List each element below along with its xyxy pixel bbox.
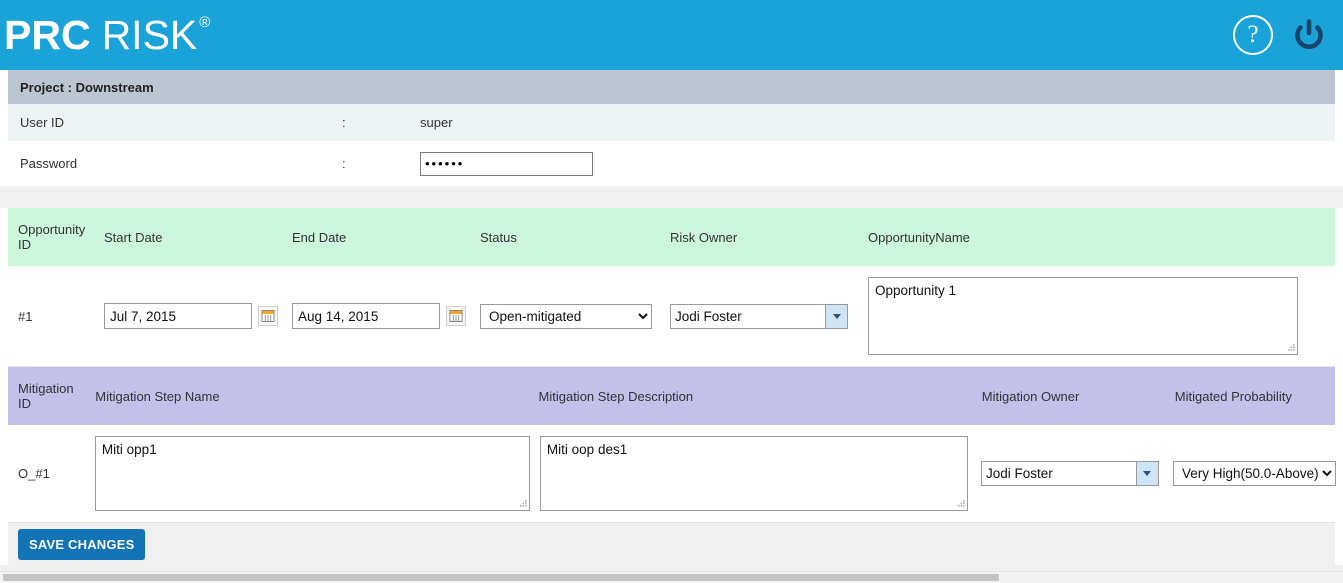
logo-primary-text: PRC — [4, 11, 91, 58]
column-header-mitigation-step-description: Mitigation Step Description — [538, 388, 694, 404]
mitigation-owner-cell: Jodi Foster — [971, 461, 1163, 486]
column-header-opportunity-id: Opportunity ID — [18, 222, 86, 252]
password-row: Password : — [8, 141, 1335, 186]
risk-owner-value: Jodi Foster — [675, 308, 742, 324]
status-select[interactable]: Open-mitigated — [480, 303, 652, 329]
app-logo: PRC RISK ® — [0, 11, 211, 58]
table-row: #1 Jul 7, 2015 Aug 14, 2015 Open-mitigat… — [8, 266, 1335, 367]
mitigation-step-description-textarea[interactable]: Miti oop des1 — [539, 436, 968, 511]
footer-actions: SAVE CHANGES — [8, 523, 1335, 565]
end-date-input[interactable] — [292, 303, 440, 329]
mitigation-step-name-cell: Miti opp1 — [85, 436, 530, 511]
logo-secondary-text: RISK — [101, 11, 198, 58]
column-header-mitigation-step-name: Mitigation Step Name — [95, 388, 220, 404]
mitigated-probability-cell: Very High(50.0-Above) — [1163, 461, 1337, 486]
mitigated-probability-select[interactable]: Very High(50.0-Above) — [1173, 461, 1337, 486]
user-id-colon: : — [342, 115, 346, 130]
mitigation-id-value: O_#1 — [18, 466, 50, 481]
save-changes-button[interactable]: SAVE CHANGES — [18, 528, 146, 560]
mitigation-grid: Mitigation ID Mitigation Step Name Mitig… — [8, 367, 1337, 523]
column-header-mitigated-probability: Mitigated Probability — [1174, 388, 1292, 404]
mitigation-owner-value: Jodi Foster — [985, 466, 1053, 481]
opportunity-name-wrapper: Opportunity 1 — [868, 277, 1298, 355]
app-header: PRC RISK ® ? — [0, 0, 1343, 70]
password-colon: : — [342, 156, 346, 171]
column-header-end-date: End Date — [292, 229, 347, 245]
horizontal-scrollbar-thumb[interactable] — [3, 574, 999, 581]
calendar-icon[interactable] — [258, 306, 278, 326]
status-cell: Open-mitigated — [470, 303, 660, 329]
start-date-cell — [94, 303, 282, 329]
chevron-down-icon[interactable] — [825, 304, 847, 328]
mitigation-owner-combobox[interactable]: Jodi Foster — [980, 461, 1159, 486]
opportunity-grid: Opportunity ID Start Date End Date Statu… — [8, 208, 1335, 367]
mitigation-grid-header: Mitigation ID Mitigation Step Name Mitig… — [8, 367, 1335, 425]
mitigation-step-name-wrapper: Miti opp1 — [94, 436, 530, 511]
mitigation-step-description-wrapper: Miti oop des1 — [539, 436, 968, 511]
opportunity-id-value: #1 — [18, 308, 33, 324]
chevron-down-icon[interactable] — [1135, 462, 1158, 485]
user-id-row: User ID : super — [8, 104, 1335, 141]
password-label: Password — [20, 156, 78, 171]
column-header-risk-owner: Risk Owner — [670, 229, 738, 245]
risk-owner-cell: Jodi Foster — [660, 303, 858, 329]
mitigation-step-name-textarea[interactable]: Miti opp1 — [94, 436, 530, 511]
mitigation-step-description-cell: Miti oop des1 — [530, 436, 971, 511]
question-circle-icon[interactable]: ? — [1233, 15, 1273, 55]
opportunity-name-cell: Opportunity 1 — [858, 277, 1328, 355]
section-spacer — [0, 186, 1343, 208]
logo-registered-mark: ® — [199, 13, 211, 31]
column-header-mitigation-id: Mitigation ID — [18, 381, 74, 411]
end-date-cell — [282, 303, 470, 329]
power-icon[interactable] — [1289, 15, 1329, 55]
horizontal-scrollbar[interactable] — [0, 571, 1343, 583]
project-title-bar: Project : Downstream — [8, 70, 1335, 104]
user-id-value: super — [420, 115, 453, 130]
column-header-opportunity-name: OpportunityName — [868, 229, 970, 245]
project-title: Project : Downstream — [20, 79, 154, 95]
user-id-label: User ID — [20, 115, 65, 130]
column-header-start-date: Start Date — [104, 229, 163, 245]
opportunity-name-textarea[interactable]: Opportunity 1 — [868, 277, 1298, 355]
calendar-icon[interactable] — [446, 306, 466, 326]
column-header-mitigation-owner: Mitigation Owner — [981, 388, 1080, 404]
password-input[interactable] — [420, 151, 593, 176]
header-actions: ? — [1233, 0, 1329, 70]
column-header-status: Status — [480, 229, 517, 245]
table-row: O_#1 Miti opp1 Miti oop des1 Jodi Foster… — [8, 425, 1337, 523]
start-date-input[interactable] — [104, 303, 252, 329]
credentials-section: User ID : super Password : — [8, 104, 1335, 186]
risk-owner-combobox[interactable]: Jodi Foster — [670, 303, 848, 329]
opportunity-grid-header: Opportunity ID Start Date End Date Statu… — [8, 208, 1335, 266]
